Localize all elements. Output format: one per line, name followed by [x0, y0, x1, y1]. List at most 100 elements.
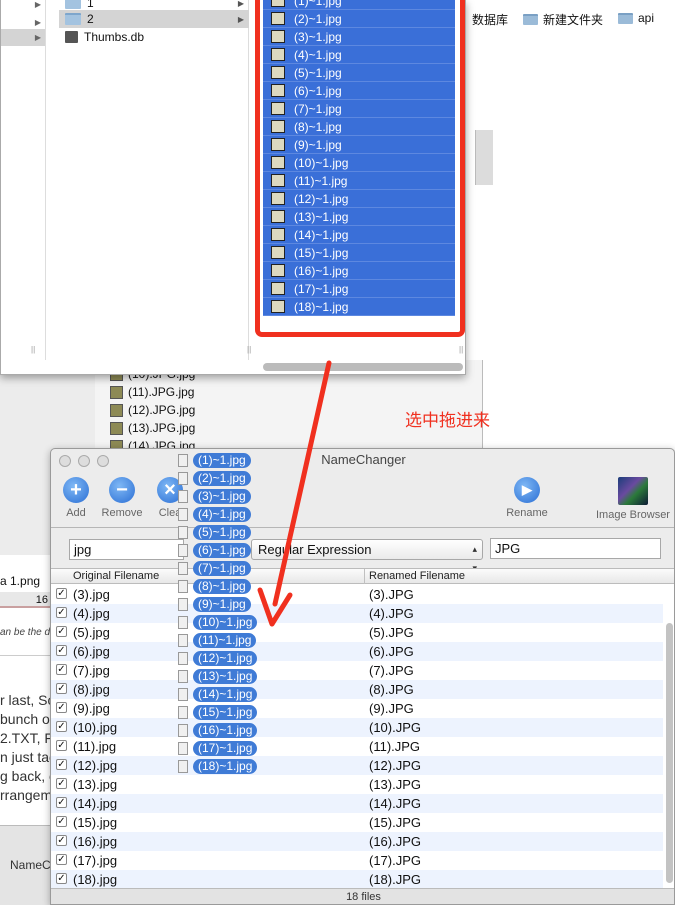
- article-line: g back, c: [0, 768, 52, 784]
- scrollbar-thumb[interactable]: [666, 623, 673, 883]
- favorite-label: 数据库: [472, 13, 509, 27]
- row-checkbox[interactable]: ✓: [56, 683, 67, 694]
- dragged-file-label: (12)~1.jpg: [193, 650, 258, 666]
- window-title: NameChanger: [321, 452, 406, 467]
- original-filename-cell: (6).jpg: [73, 644, 110, 659]
- row-checkbox[interactable]: ✓: [56, 873, 67, 884]
- table-row[interactable]: ✓ (8).jpg (8).JPG: [51, 680, 663, 699]
- row-checkbox[interactable]: ✓: [56, 740, 67, 751]
- close-window-button[interactable]: [59, 455, 71, 467]
- file-icon: [178, 597, 188, 611]
- row-checkbox[interactable]: ✓: [56, 797, 67, 808]
- horizontal-scrollbar[interactable]: [263, 363, 463, 371]
- row-checkbox[interactable]: ✓: [56, 664, 67, 675]
- file-icon: [178, 525, 188, 539]
- favorite-item[interactable]: 数据库: [472, 11, 508, 28]
- folder-icon: [65, 0, 81, 9]
- table-row[interactable]: ✓ (9).jpg (9).JPG: [51, 699, 663, 718]
- minimize-window-button[interactable]: [78, 455, 90, 467]
- chevron-right-icon: ▶: [34, 33, 41, 42]
- row-checkbox[interactable]: ✓: [56, 854, 67, 865]
- vertical-scrollbar[interactable]: [665, 585, 674, 889]
- row-checkbox[interactable]: ✓: [56, 626, 67, 637]
- table-row[interactable]: ✓ (11).jpg (11).JPG: [51, 737, 663, 756]
- table-row[interactable]: ✓ (6).jpg (6).JPG: [51, 642, 663, 661]
- table-row[interactable]: ✓ (3).jpg (3).JPG: [51, 585, 663, 604]
- divider: [0, 655, 52, 656]
- column-resize-handle[interactable]: ||: [31, 345, 35, 354]
- row-checkbox[interactable]: ✓: [56, 702, 67, 713]
- rename-button[interactable]: ▶ Rename: [499, 477, 555, 519]
- list-item-label: (12).JPG.jpg: [128, 403, 196, 417]
- dragged-file-item: (16)~1.jpg: [178, 722, 258, 738]
- find-text-field[interactable]: jpg: [69, 539, 184, 560]
- file-icon: [178, 669, 188, 683]
- remove-button[interactable]: − Remove: [99, 477, 145, 519]
- namechanger-window: NameChanger + Add − Remove × Clea ▶ Rena…: [50, 448, 675, 905]
- column-header-original[interactable]: Original Filename: [73, 570, 159, 582]
- original-filename-cell: (15).jpg: [73, 815, 118, 830]
- dragged-file-label: (5)~1.jpg: [193, 524, 251, 540]
- list-item[interactable]: (11).JPG.jpg: [110, 385, 194, 399]
- dragged-file-item: (18)~1.jpg: [178, 758, 258, 774]
- table-row[interactable]: ✓ (5).jpg (5).JPG: [51, 623, 663, 642]
- article-line: r last, So: [0, 692, 52, 708]
- dragged-file-label: (8)~1.jpg: [193, 578, 251, 594]
- column-header-renamed[interactable]: Renamed Filename: [369, 570, 465, 582]
- file-icon: [178, 561, 188, 575]
- table-row[interactable]: ✓ (14).jpg (14).JPG: [51, 794, 663, 813]
- status-bar: 18 files: [51, 888, 674, 904]
- table-row[interactable]: ✓ (17).jpg (17).JPG: [51, 851, 663, 870]
- table-row[interactable]: ✓ (10).jpg (10).JPG: [51, 718, 663, 737]
- list-item[interactable]: (12).JPG.jpg: [110, 403, 195, 417]
- chevron-right-icon: ▶: [34, 0, 41, 9]
- file-row[interactable]: Thumbs.db: [59, 28, 249, 46]
- renamed-filename-cell: (16).JPG: [369, 834, 422, 849]
- row-checkbox[interactable]: ✓: [56, 759, 67, 770]
- renamed-filename-cell: (9).JPG: [369, 701, 414, 716]
- column-resize-handle[interactable]: ||: [459, 345, 463, 354]
- background-footer-label: NameC: [10, 858, 51, 872]
- table-row[interactable]: ✓ (12).jpg (12).JPG: [51, 756, 663, 775]
- dragged-file-label: (15)~1.jpg: [193, 704, 258, 720]
- table-row[interactable]: ✓ (13).jpg (13).JPG: [51, 775, 663, 794]
- renamed-filename-cell: (15).JPG: [369, 815, 422, 830]
- column-divider[interactable]: [364, 569, 365, 584]
- rename-mode-select[interactable]: Regular Expression ▴▾: [251, 539, 483, 573]
- favorite-item[interactable]: 新建文件夹: [523, 11, 603, 28]
- article-line: 2.TXT, F: [0, 730, 52, 746]
- table-row[interactable]: ✓ (4).jpg (4).JPG: [51, 604, 663, 623]
- row-checkbox[interactable]: ✓: [56, 588, 67, 599]
- table-row[interactable]: ✓ (15).jpg (15).JPG: [51, 813, 663, 832]
- list-item[interactable]: (13).JPG.jpg: [110, 421, 195, 435]
- dragged-file-item: (15)~1.jpg: [178, 704, 258, 720]
- table-row[interactable]: ✓ (18).jpg (18).JPG: [51, 870, 663, 889]
- folder-row[interactable]: 2 ▶: [59, 10, 249, 28]
- row-checkbox[interactable]: ✓: [56, 816, 67, 827]
- original-filename-cell: (7).jpg: [73, 663, 110, 678]
- zoom-window-button[interactable]: [97, 455, 109, 467]
- annotation-caption: 选中拖进来: [405, 411, 490, 431]
- article-line: bunch o: [0, 711, 50, 727]
- original-filename-cell: (9).jpg: [73, 701, 110, 716]
- row-checkbox[interactable]: ✓: [56, 721, 67, 732]
- file-icon: [178, 471, 188, 485]
- original-filename-cell: (4).jpg: [73, 606, 110, 621]
- file-icon: [178, 759, 188, 773]
- dragged-file-item: (17)~1.jpg: [178, 740, 258, 756]
- image-browser-button[interactable]: Image Browser: [591, 477, 674, 521]
- file-icon: [178, 615, 188, 629]
- row-checkbox[interactable]: ✓: [56, 645, 67, 656]
- row-checkbox[interactable]: ✓: [56, 607, 67, 618]
- dragged-file-item: (7)~1.jpg: [178, 560, 251, 576]
- database-file-icon: [65, 31, 78, 43]
- column-resize-handle[interactable]: ||: [247, 345, 251, 354]
- favorite-item[interactable]: api: [618, 11, 654, 25]
- add-button[interactable]: + Add: [59, 477, 93, 519]
- table-row[interactable]: ✓ (16).jpg (16).JPG: [51, 832, 663, 851]
- row-checkbox[interactable]: ✓: [56, 778, 67, 789]
- replace-text-field[interactable]: JPG: [490, 538, 661, 559]
- table-row[interactable]: ✓ (7).jpg (7).JPG: [51, 661, 663, 680]
- dragged-file-label: (7)~1.jpg: [193, 560, 251, 576]
- row-checkbox[interactable]: ✓: [56, 835, 67, 846]
